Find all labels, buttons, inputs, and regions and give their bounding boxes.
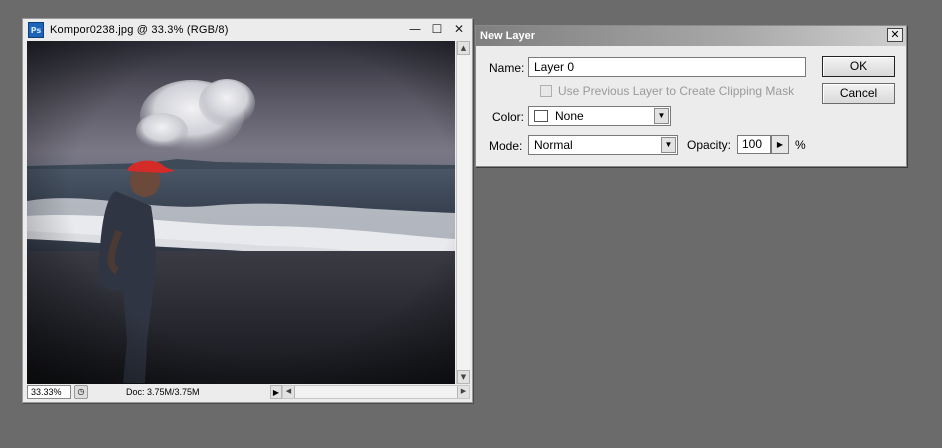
color-select-value: None bbox=[555, 109, 584, 123]
close-icon[interactable]: ✕ bbox=[452, 22, 466, 36]
name-label: Name: bbox=[489, 61, 525, 75]
opacity-label: Opacity: bbox=[687, 138, 732, 152]
image-canvas[interactable] bbox=[27, 41, 455, 384]
color-swatch bbox=[534, 110, 548, 122]
document-size-info: Doc: 3.75M/3.75M bbox=[126, 387, 200, 397]
document-window: Ps Kompor0238.jpg @ 33.3% (RGB/8) — ☐ ✕ bbox=[22, 18, 473, 403]
opacity-unit: % bbox=[795, 138, 806, 152]
clipping-mask-checkbox[interactable] bbox=[540, 85, 552, 97]
chevron-down-icon[interactable]: ▼ bbox=[661, 137, 676, 153]
mode-select[interactable]: Normal ▼ bbox=[528, 135, 678, 155]
scroll-left-icon[interactable]: ◀ bbox=[283, 386, 295, 398]
ok-button[interactable]: OK bbox=[822, 56, 895, 77]
layer-name-input[interactable]: Layer 0 bbox=[528, 57, 806, 77]
timer-icon[interactable]: ◷ bbox=[74, 385, 88, 399]
maximize-icon[interactable]: ☐ bbox=[430, 22, 444, 36]
status-bar: 33.33% ◷ Doc: 3.75M/3.75M ▶ ◀ ▶ bbox=[27, 384, 470, 400]
scroll-up-icon[interactable]: ▲ bbox=[457, 41, 470, 55]
new-layer-dialog: New Layer ✕ Name: Layer 0 OK Cancel Use … bbox=[475, 25, 907, 167]
minimize-icon[interactable]: — bbox=[408, 22, 422, 36]
cancel-button[interactable]: Cancel bbox=[822, 83, 895, 104]
document-title: Kompor0238.jpg @ 33.3% (RGB/8) bbox=[50, 24, 229, 36]
dialog-titlebar[interactable]: New Layer ✕ bbox=[476, 26, 906, 46]
chevron-down-icon[interactable]: ▼ bbox=[654, 108, 669, 124]
status-menu-arrow-icon[interactable]: ▶ bbox=[270, 385, 282, 399]
opacity-input[interactable]: 100 bbox=[737, 135, 771, 154]
vertical-scrollbar[interactable]: ▲ ▼ bbox=[456, 41, 470, 384]
dialog-title: New Layer bbox=[480, 30, 536, 42]
zoom-level-input[interactable]: 33.33% bbox=[27, 385, 71, 399]
mode-select-value: Normal bbox=[534, 138, 573, 152]
opacity-slider-arrow-icon[interactable]: ▶ bbox=[771, 135, 789, 154]
color-select[interactable]: None ▼ bbox=[528, 106, 671, 126]
dialog-close-icon[interactable]: ✕ bbox=[887, 28, 903, 42]
clipping-mask-label: Use Previous Layer to Create Clipping Ma… bbox=[558, 84, 795, 98]
scroll-down-icon[interactable]: ▼ bbox=[457, 370, 470, 384]
photoshop-app-icon: Ps bbox=[28, 22, 44, 38]
scroll-right-icon[interactable]: ▶ bbox=[457, 386, 469, 398]
mode-label: Mode: bbox=[489, 139, 523, 153]
beach-photo bbox=[27, 41, 455, 384]
color-label: Color: bbox=[492, 110, 525, 124]
document-titlebar[interactable]: Ps Kompor0238.jpg @ 33.3% (RGB/8) — ☐ ✕ bbox=[23, 19, 472, 41]
horizontal-scrollbar[interactable]: ◀ ▶ bbox=[282, 385, 470, 399]
